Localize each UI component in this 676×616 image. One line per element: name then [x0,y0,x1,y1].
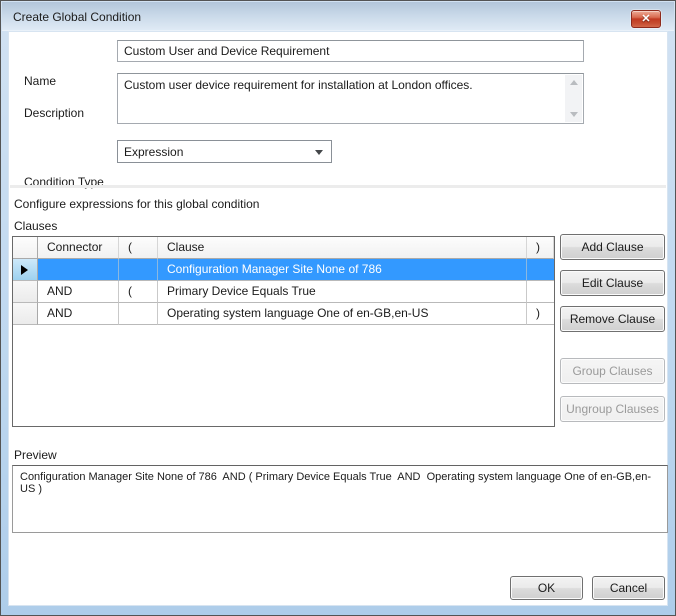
open-paren-cell[interactable] [119,259,158,281]
arrow-up-icon [570,80,578,85]
description-input[interactable]: Custom user device requirement for insta… [117,73,584,124]
description-scrollbar[interactable] [565,75,582,122]
arrow-down-icon [570,112,578,117]
condition-type-value: Expression [124,145,183,159]
clauses-label: Clauses [14,219,57,233]
column-header-close-paren[interactable]: ) [527,237,554,259]
table-row[interactable]: Configuration Manager Site None of 786 [13,259,554,281]
create-global-condition-dialog: Create Global Condition ✕ Name Descripti… [0,0,676,616]
section-divider [10,185,666,188]
scroll-down-button[interactable] [565,106,582,122]
connector-cell[interactable]: AND [38,281,119,303]
row-selector-cell[interactable] [13,281,38,303]
edit-clause-button[interactable]: Edit Clause [560,270,665,296]
description-label: Description [24,106,84,120]
clauses-table: Connector ( Clause ) Configuration Manag… [12,236,555,427]
row-selector-cell[interactable] [13,259,38,281]
section-heading: Configure expressions for this global co… [14,197,259,211]
description-value: Custom user device requirement for insta… [124,78,561,92]
row-selector-header[interactable] [13,237,38,259]
preview-label: Preview [14,448,57,462]
clause-cell[interactable]: Primary Device Equals True [158,281,527,303]
table-row[interactable]: AND Operating system language One of en-… [13,303,554,325]
dialog-title: Create Global Condition [13,10,141,24]
dialog-body: Name Description Custom user device requ… [8,31,668,606]
condition-type-dropdown[interactable]: Expression [117,140,332,163]
preview-value: Configuration Manager Site None of 786 A… [20,471,663,495]
group-clauses-button: Group Clauses [560,358,665,384]
table-header-row: Connector ( Clause ) [13,237,554,259]
close-paren-cell[interactable] [527,281,554,303]
column-header-connector[interactable]: Connector [38,237,119,259]
connector-cell[interactable]: AND [38,303,119,325]
column-header-clause[interactable]: Clause [158,237,527,259]
table-row[interactable]: AND ( Primary Device Equals True [13,281,554,303]
column-header-open-paren[interactable]: ( [119,237,158,259]
name-label: Name [24,74,56,88]
open-paren-cell[interactable]: ( [119,281,158,303]
ok-button[interactable]: OK [510,576,583,600]
connector-cell[interactable] [38,259,119,281]
add-clause-button[interactable]: Add Clause [560,234,665,260]
ungroup-clauses-button: Ungroup Clauses [560,396,665,422]
close-paren-cell[interactable]: ) [527,303,554,325]
current-row-icon [21,265,28,275]
clause-cell[interactable]: Configuration Manager Site None of 786 [158,259,527,281]
name-input[interactable] [117,40,584,62]
preview-box: Configuration Manager Site None of 786 A… [12,465,668,533]
close-button[interactable]: ✕ [631,10,661,28]
remove-clause-button[interactable]: Remove Clause [560,306,665,332]
clause-cell[interactable]: Operating system language One of en-GB,e… [158,303,527,325]
cancel-button[interactable]: Cancel [592,576,665,600]
close-icon: ✕ [641,13,650,25]
chevron-down-icon [315,150,323,155]
open-paren-cell[interactable] [119,303,158,325]
close-paren-cell[interactable] [527,259,554,281]
title-bar: Create Global Condition ✕ [2,2,674,31]
row-selector-cell[interactable] [13,303,38,325]
scroll-up-button[interactable] [565,75,582,91]
